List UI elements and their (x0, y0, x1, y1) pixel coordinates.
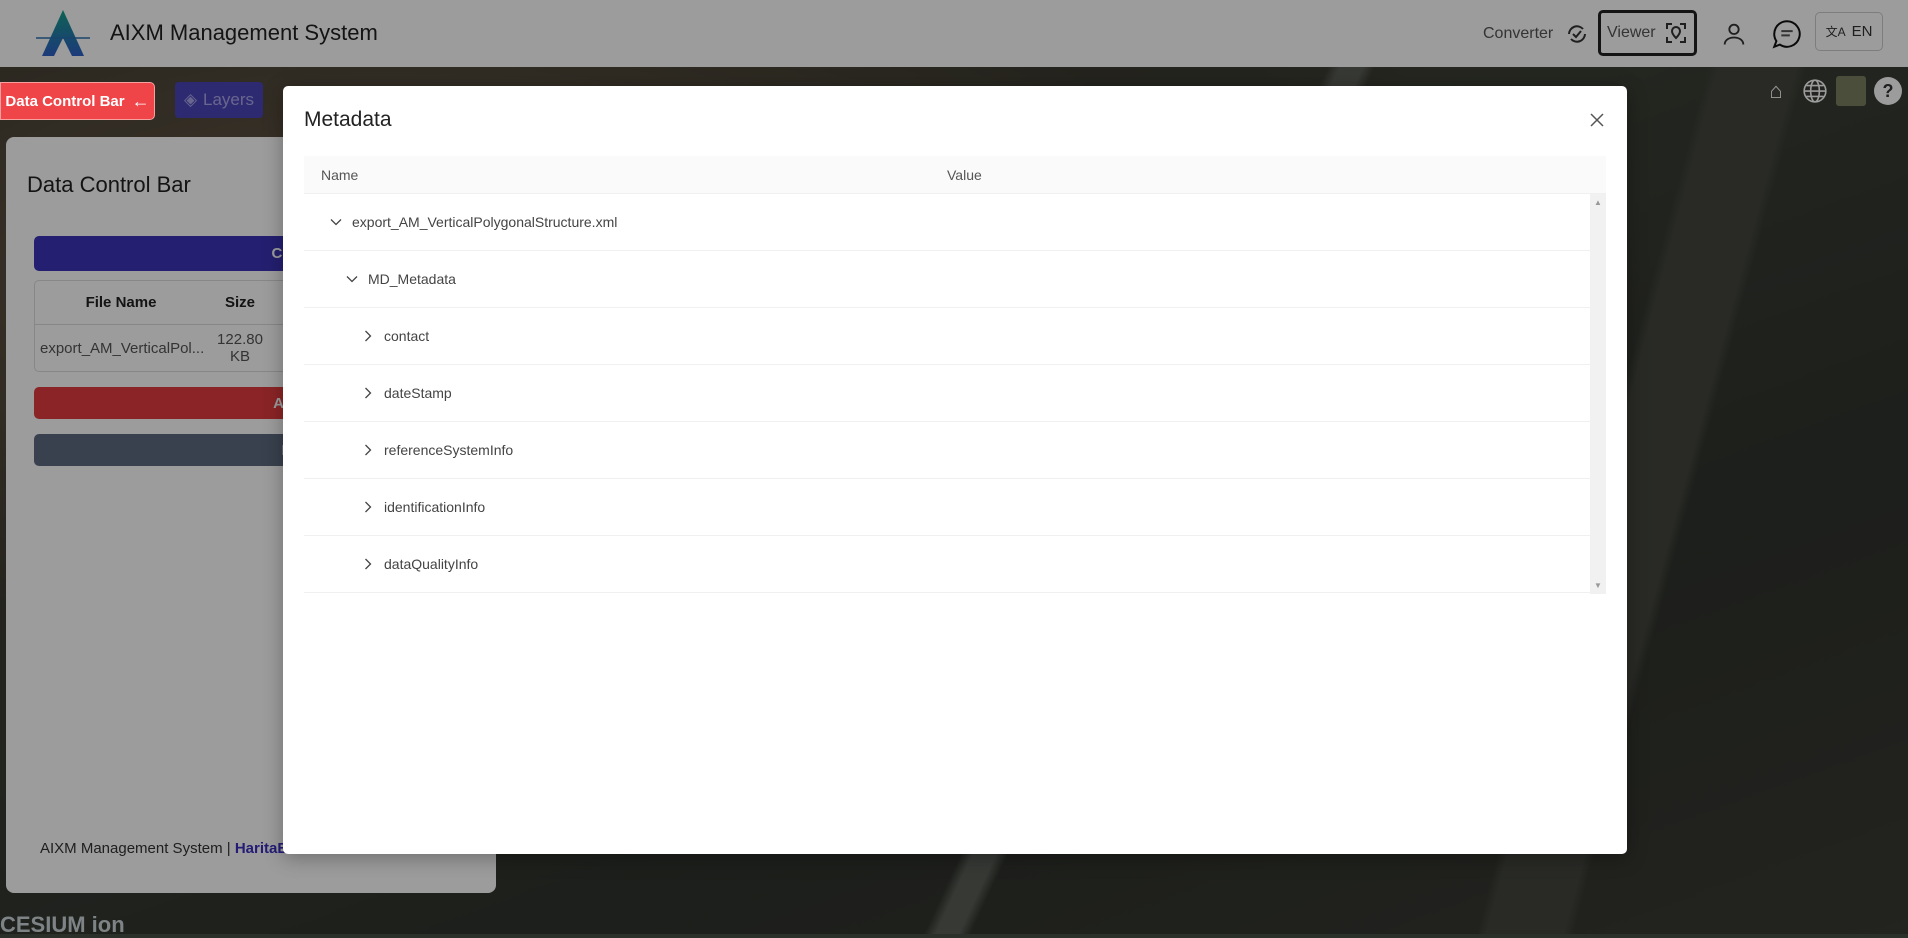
chevron-right-icon[interactable] (358, 383, 378, 403)
column-name: Name (321, 166, 359, 183)
tree-node-label: export_AM_VerticalPolygonalStructure.xml (352, 214, 618, 230)
chevron-right-icon[interactable] (358, 440, 378, 460)
tree-node-label: contact (384, 328, 430, 344)
scrollbar[interactable]: ▲ ▼ (1590, 194, 1606, 594)
close-icon (1590, 113, 1604, 127)
tree-row[interactable]: dateStamp (304, 365, 1590, 422)
modal-title: Metadata (304, 108, 392, 131)
metadata-modal: Metadata Name Value ▲ ▼ export_AM_Vertica… (283, 86, 1627, 854)
tree-node-label: identificationInfo (384, 499, 486, 515)
column-value: Value (947, 166, 982, 183)
chevron-down-icon[interactable] (342, 269, 362, 289)
table-header: Name Value (304, 156, 1606, 194)
data-control-bar-label: Data Control Bar (5, 92, 125, 110)
tree-row[interactable]: referenceSystemInfo (304, 422, 1590, 479)
tree-node-label: referenceSystemInfo (384, 442, 514, 458)
tree-row[interactable]: contact (304, 308, 1590, 365)
arrow-left-icon: ← (131, 90, 150, 111)
tree-node-label: dateStamp (384, 385, 452, 401)
tree-row[interactable]: identificationInfo (304, 479, 1590, 536)
tree-row[interactable]: dataQualityInfo (304, 536, 1590, 593)
data-control-bar-toggle[interactable]: Data Control Bar ← (0, 82, 155, 120)
chevron-right-icon[interactable] (358, 554, 378, 574)
close-button[interactable] (1585, 108, 1609, 132)
tree-row[interactable]: MD_Metadata (304, 251, 1590, 308)
tree-node-label: MD_Metadata (368, 271, 456, 287)
table-body: ▲ ▼ export_AM_VerticalPolygonalStructure.… (304, 194, 1606, 594)
chevron-right-icon[interactable] (358, 326, 378, 346)
chevron-right-icon[interactable] (358, 497, 378, 517)
tree-row[interactable]: export_AM_VerticalPolygonalStructure.xml (304, 194, 1590, 251)
chevron-down-icon[interactable] (326, 212, 346, 232)
tree-node-label: dataQualityInfo (384, 556, 479, 572)
metadata-tree-table: Name Value ▲ ▼ export_AM_VerticalPolygona… (304, 156, 1606, 594)
